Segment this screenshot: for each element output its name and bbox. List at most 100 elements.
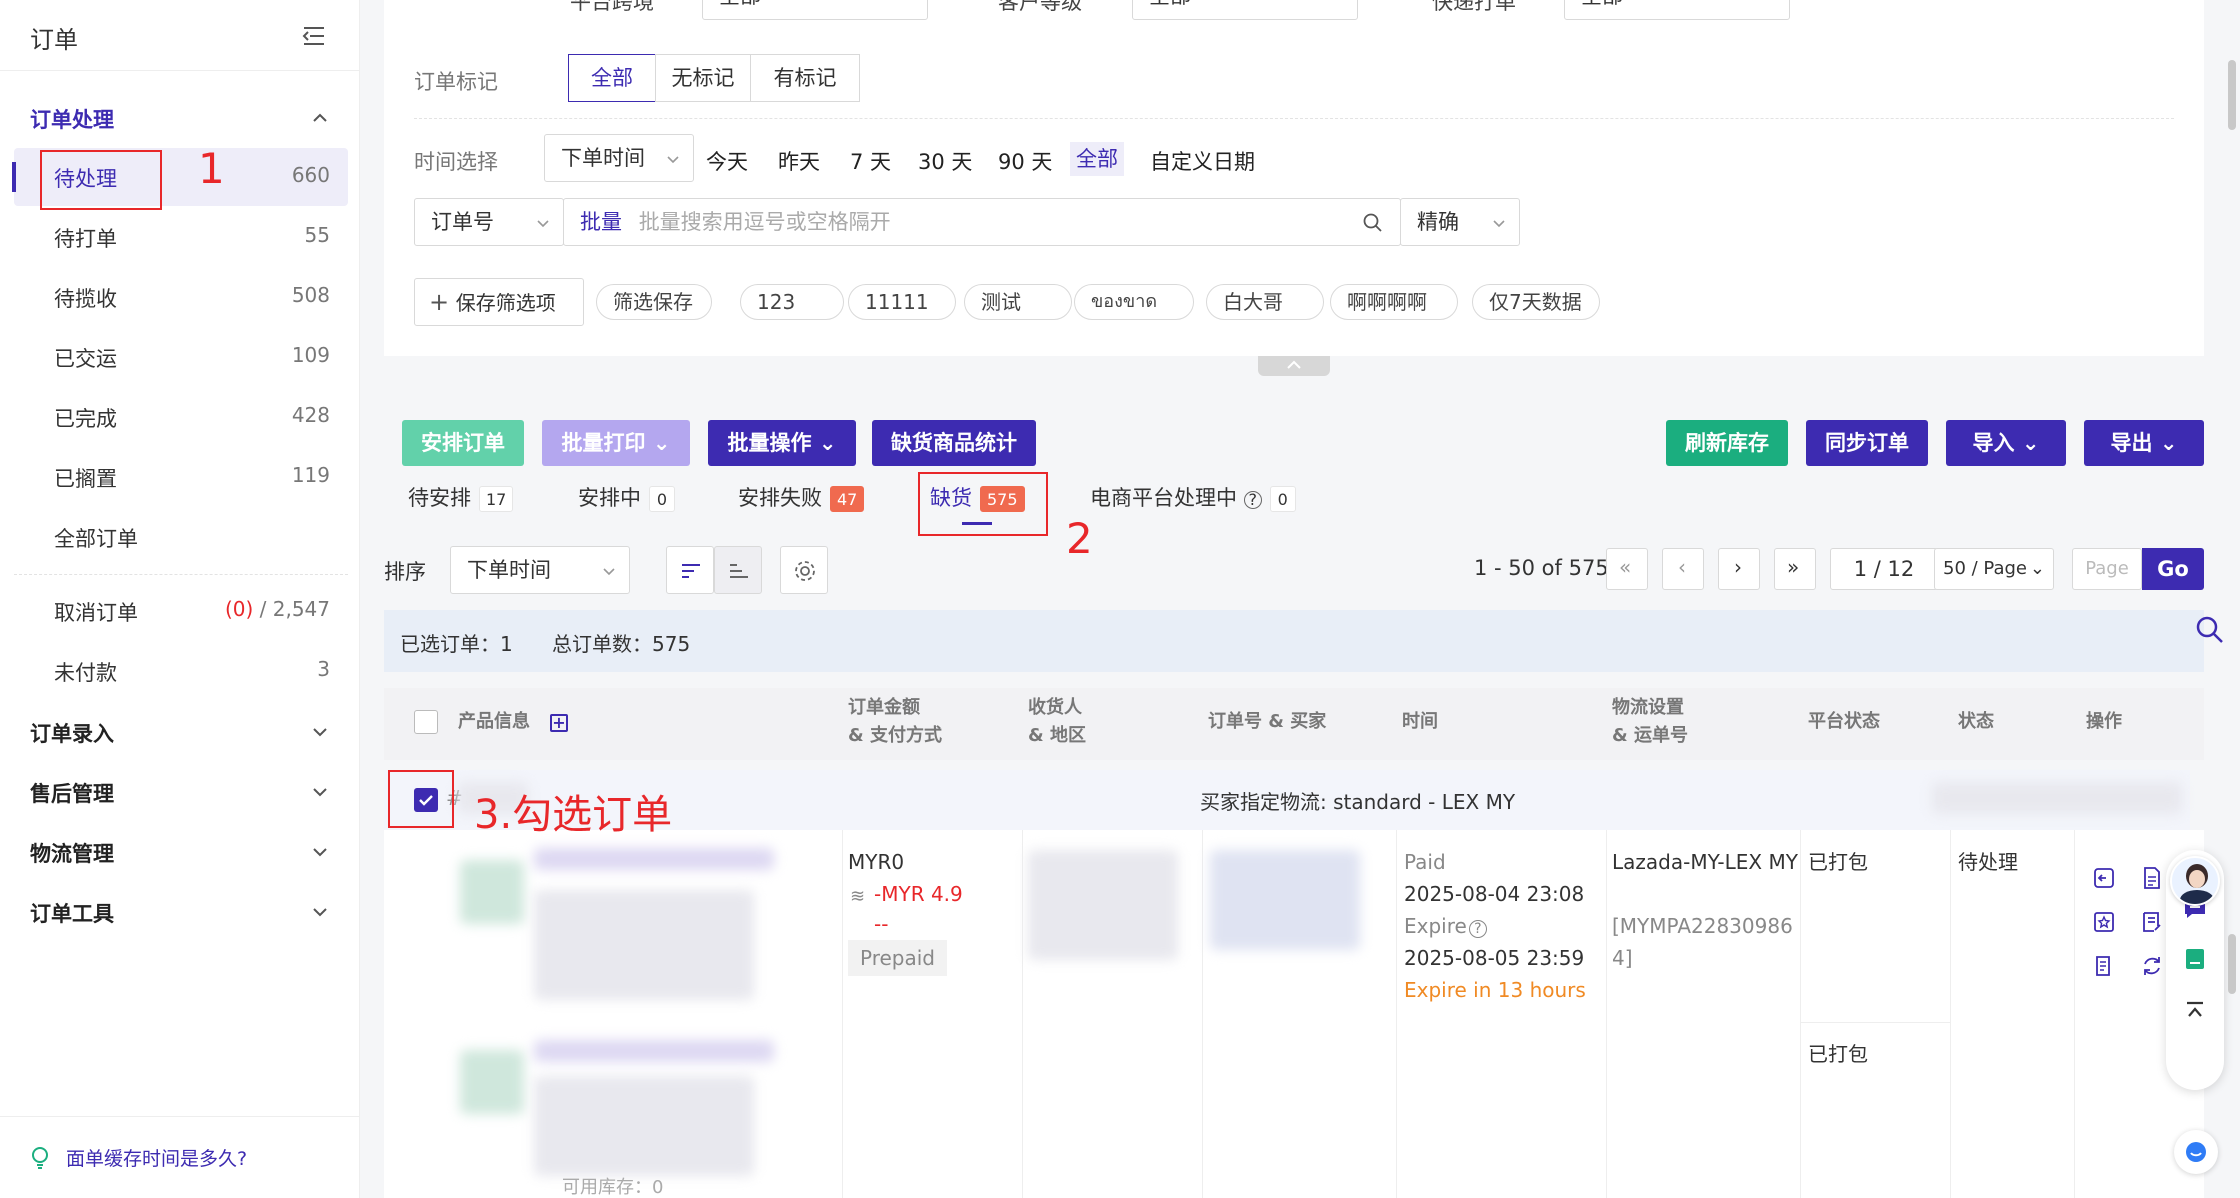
sidebar-item-label: 待打单 xyxy=(54,227,117,251)
import-button[interactable]: 导入 ⌄ xyxy=(1946,420,2066,466)
saved-filter-pill[interactable]: 11111 xyxy=(848,284,956,320)
sidebar-item-shipped[interactable]: 已交运 109 xyxy=(14,328,348,386)
chevron-down-icon[interactable] xyxy=(310,902,330,922)
page-size-select[interactable]: 50 / Page ⌄ xyxy=(1934,548,2054,590)
search-icon[interactable] xyxy=(1362,212,1384,234)
saved-filter-pill[interactable]: 仅7天数据 xyxy=(1472,284,1600,320)
assistant-avatar[interactable] xyxy=(2170,856,2220,906)
mark-option-marked[interactable]: 有标记 xyxy=(750,54,860,102)
prev-page-button[interactable]: ‹ xyxy=(1662,548,1704,590)
smile-chat-icon xyxy=(2186,1142,2206,1162)
cancelled-red-count: (0) xyxy=(224,597,254,621)
save-filter-button[interactable]: + 保存筛选项 xyxy=(414,278,584,326)
next-page-button[interactable]: › xyxy=(1718,548,1760,590)
batch-print-button[interactable]: 批量打印 ⌄ xyxy=(542,420,690,466)
search-mode-select[interactable]: 精确 xyxy=(1400,198,1520,246)
refresh-icon[interactable] xyxy=(2140,954,2164,978)
tab-label: 安排中 xyxy=(578,486,641,510)
sidebar-group-after-sales[interactable]: 售后管理 xyxy=(30,778,114,808)
tab-arrange-failed[interactable]: 安排失败 47 xyxy=(738,482,865,512)
tab-arranging[interactable]: 安排中 0 xyxy=(578,482,675,512)
mark-option-all[interactable]: 全部 xyxy=(568,54,656,102)
saved-filter-pill[interactable]: 测试 xyxy=(964,284,1072,320)
mark-option-unmarked[interactable]: 无标记 xyxy=(655,54,751,102)
search-field-select[interactable]: 订单号 xyxy=(414,198,564,246)
expire-label: Expire? xyxy=(1404,910,1487,942)
express-select[interactable]: 全部 xyxy=(1564,0,1790,20)
collapse-filter-toggle[interactable] xyxy=(1258,356,1330,376)
sidebar-item-on-hold[interactable]: 已搁置 119 xyxy=(14,448,348,506)
sidebar-item-to-print[interactable]: 待打单 55 xyxy=(14,208,348,266)
first-page-button[interactable]: « xyxy=(1606,548,1648,590)
refresh-stock-button[interactable]: 刷新库存 xyxy=(1666,420,1788,466)
sidebar-item-completed[interactable]: 已完成 428 xyxy=(14,388,348,446)
time-option-yesterday[interactable]: 昨天 xyxy=(778,146,820,176)
chevron-up-icon[interactable] xyxy=(310,108,330,128)
sidebar-group-order-entry[interactable]: 订单录入 xyxy=(30,718,114,748)
tab-platform-processing[interactable]: 电商平台处理中 ? 0 xyxy=(1090,482,1296,512)
help-tip-link[interactable]: 面单缓存时间是多久? xyxy=(66,1144,247,1171)
sidebar-item-all-orders[interactable]: 全部订单 xyxy=(14,508,348,566)
tracking-number[interactable]: [MYMPA22830986 4] xyxy=(1612,910,1802,974)
last-page-button[interactable]: » xyxy=(1774,548,1816,590)
help-icon[interactable]: ? xyxy=(1468,920,1487,938)
back-to-top-icon[interactable] xyxy=(2182,998,2208,1024)
search-icon[interactable] xyxy=(2194,614,2226,646)
chevron-down-icon: ⌄ xyxy=(818,431,837,455)
out-of-stock-stats-button[interactable]: 缺货商品统计 xyxy=(872,420,1036,466)
time-option-today[interactable]: 今天 xyxy=(706,146,748,176)
column-settings-button[interactable] xyxy=(780,546,828,594)
support-button[interactable] xyxy=(2174,1130,2218,1174)
document-icon[interactable] xyxy=(2140,866,2164,890)
sync-orders-button[interactable]: 同步订单 xyxy=(1806,420,1928,466)
sort-asc-button[interactable] xyxy=(714,546,762,594)
time-option-30d[interactable]: 30 天 xyxy=(918,146,972,176)
star-badge-icon[interactable] xyxy=(2092,910,2116,934)
saved-filter-pill[interactable]: ของขาด xyxy=(1074,284,1194,320)
sidebar-item-cancelled[interactable]: 取消订单 (0) / 2,547 xyxy=(14,582,348,640)
edit-note-icon[interactable] xyxy=(2140,910,2164,934)
scrollbar-thumb[interactable] xyxy=(2228,60,2236,130)
tab-to-arrange[interactable]: 待安排 17 xyxy=(408,482,514,512)
customer-level-select[interactable]: 全部 xyxy=(1132,0,1358,20)
sidebar-item-to-collect[interactable]: 待揽收 508 xyxy=(14,268,348,326)
sort-desc-button[interactable] xyxy=(666,546,714,594)
saved-filter-pill[interactable]: 白大哥 xyxy=(1206,284,1324,320)
help-icon[interactable]: ? xyxy=(1243,491,1262,509)
divider xyxy=(414,118,2174,119)
list-note-icon[interactable] xyxy=(2092,954,2116,978)
select-value: 全部 xyxy=(719,0,761,8)
batch-operation-button[interactable]: 批量操作 ⌄ xyxy=(708,420,856,466)
sidebar-item-label: 已交运 xyxy=(54,347,117,371)
sort-field-select[interactable]: 下单时间 xyxy=(450,546,630,594)
divider xyxy=(0,70,360,71)
book-icon[interactable] xyxy=(2182,946,2208,972)
time-field-select[interactable]: 下单时间 xyxy=(544,134,694,182)
expand-all-icon[interactable]: + xyxy=(550,714,568,732)
time-option-90d[interactable]: 90 天 xyxy=(998,146,1052,176)
sidebar-group-order-tools[interactable]: 订单工具 xyxy=(30,898,114,928)
search-input[interactable]: 批量 批量搜索用逗号或空格隔开 xyxy=(563,198,1401,246)
chevron-down-icon[interactable] xyxy=(310,842,330,862)
menu-collapse-icon[interactable] xyxy=(300,22,328,50)
saved-filter-pill[interactable]: 123 xyxy=(740,284,844,320)
batch-search-label[interactable]: 批量 xyxy=(580,210,622,234)
saved-filter-pill[interactable]: 啊啊啊啊 xyxy=(1330,284,1458,320)
go-button[interactable]: Go xyxy=(2142,548,2204,590)
time-option-custom[interactable]: 自定义日期 xyxy=(1150,146,1255,176)
cross-border-select[interactable]: 全部 xyxy=(702,0,928,20)
time-option-7d[interactable]: 7 天 xyxy=(850,146,891,176)
chevron-down-icon[interactable] xyxy=(310,782,330,802)
saved-filter-pill[interactable]: 筛选保存 xyxy=(596,284,712,320)
scrollbar-thumb[interactable] xyxy=(2228,934,2236,994)
select-all-checkbox[interactable] xyxy=(414,710,438,734)
sidebar-group-logistics[interactable]: 物流管理 xyxy=(30,838,114,868)
sidebar-group-order-processing[interactable]: 订单处理 xyxy=(30,104,114,134)
chevron-down-icon[interactable] xyxy=(310,722,330,742)
goto-page-input[interactable]: Page xyxy=(2072,548,2142,590)
arrange-action-icon[interactable] xyxy=(2092,866,2116,890)
arrange-orders-button[interactable]: 安排订单 xyxy=(402,420,524,466)
sidebar-item-unpaid[interactable]: 未付款 3 xyxy=(14,642,348,700)
time-option-all[interactable]: 全部 xyxy=(1070,142,1124,176)
export-button[interactable]: 导出 ⌄ xyxy=(2084,420,2204,466)
